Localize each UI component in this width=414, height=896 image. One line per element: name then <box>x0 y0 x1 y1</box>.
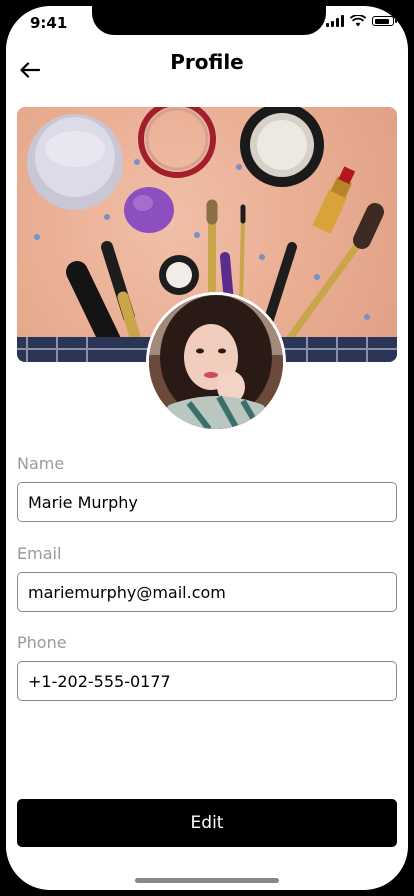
notch <box>92 6 326 35</box>
phone-field[interactable] <box>17 661 397 701</box>
avatar-photo <box>149 295 283 429</box>
edit-button[interactable]: Edit <box>17 799 397 847</box>
status-icons <box>326 15 397 27</box>
phone-label: Phone <box>17 633 67 652</box>
home-indicator[interactable] <box>135 878 279 883</box>
page-title: Profile <box>170 50 244 74</box>
name-field[interactable] <box>17 482 397 522</box>
status-time: 9:41 <box>30 14 68 32</box>
name-label: Name <box>17 454 65 473</box>
battery-icon <box>372 16 397 26</box>
email-field[interactable] <box>17 572 397 612</box>
cellular-signal-icon <box>326 15 344 27</box>
wifi-icon <box>350 15 366 27</box>
avatar[interactable] <box>146 292 286 432</box>
phone-screen: 9:41 Profile Name Marie Murphy Email mar… <box>6 6 408 890</box>
email-label: Email <box>17 544 62 563</box>
